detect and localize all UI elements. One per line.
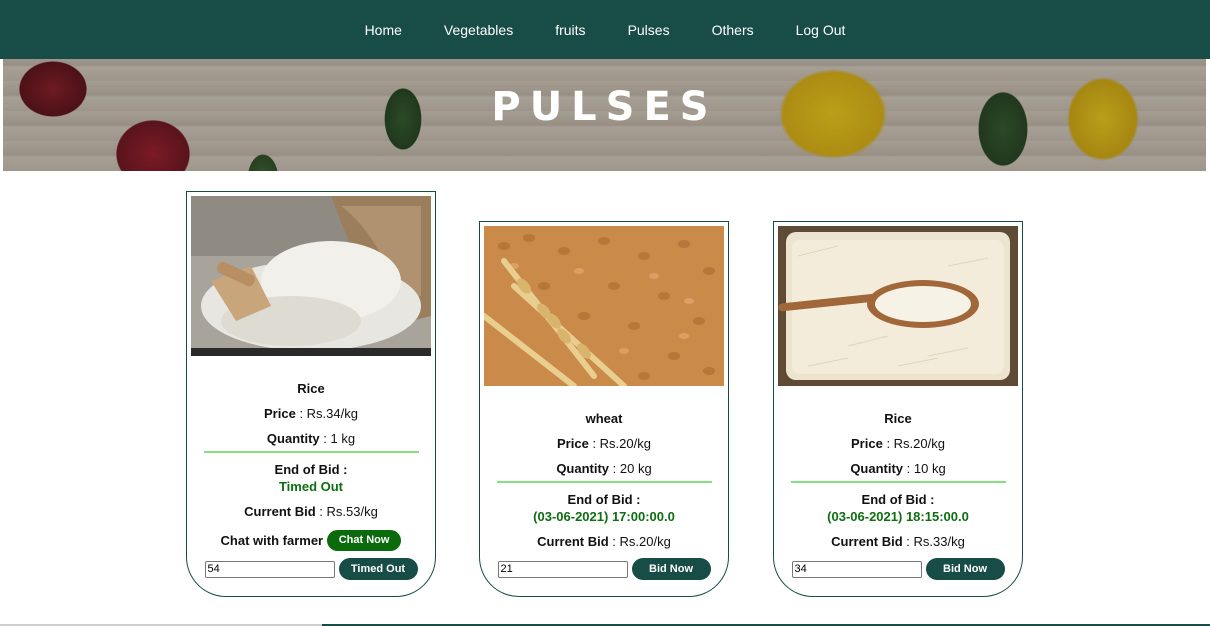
quantity-label: Quantity — [266, 431, 320, 446]
quantity-value: : 10 kg — [903, 461, 946, 476]
end-of-bid-value: Timed Out — [278, 479, 344, 494]
price-value: : Rs.34/kg — [295, 406, 358, 421]
current-bid-value: : Rs.20/kg — [608, 534, 671, 549]
nav-home[interactable]: Home — [365, 22, 402, 38]
bid-form: Bid Now — [774, 558, 1022, 580]
end-of-bid-label: End of Bid : — [861, 492, 935, 507]
product-name: wheat — [585, 411, 623, 426]
divider — [496, 481, 712, 483]
timed-out-button[interactable]: Timed Out — [338, 558, 418, 580]
quantity-label: Quantity — [850, 461, 904, 476]
current-bid-label: Current Bid — [244, 504, 316, 519]
quantity-label: Quantity — [556, 461, 610, 476]
bid-amount-input[interactable] — [204, 560, 335, 578]
price-label: Price — [851, 436, 883, 451]
price-row: Price : Rs.20/kg — [774, 436, 1022, 461]
product-card: Rice Price : Rs.20/kg Quantity : 10 kg E… — [773, 221, 1023, 597]
bid-now-button[interactable]: Bid Now — [631, 558, 711, 580]
product-name: Rice — [297, 381, 325, 396]
chat-with-farmer-label: Chat with farmer — [220, 533, 324, 549]
chat-now-button[interactable]: Chat Now — [326, 530, 402, 552]
product-name: Rice — [884, 411, 912, 426]
quantity-row: Quantity : 10 kg — [774, 461, 1022, 476]
price-value: : Rs.20/kg — [588, 436, 651, 451]
current-bid-label: Current Bid — [537, 534, 609, 549]
current-bid-label: Current Bid — [831, 534, 903, 549]
price-row: Price : Rs.34/kg — [187, 406, 435, 431]
bid-amount-input[interactable] — [791, 560, 922, 578]
nav-others[interactable]: Others — [712, 22, 754, 38]
current-bid-value: : Rs.33/kg — [902, 534, 965, 549]
price-label: Price — [557, 436, 589, 451]
bid-form: Timed Out — [187, 558, 435, 580]
price-label: Price — [264, 406, 296, 421]
wheat-image — [484, 226, 724, 386]
nav-logout[interactable]: Log Out — [796, 22, 846, 38]
nav-pulses[interactable]: Pulses — [628, 22, 670, 38]
current-bid-row: Current Bid : Rs.53/kg — [187, 504, 435, 529]
price-value: : Rs.20/kg — [882, 436, 945, 451]
product-card: Rice Price : Rs.34/kg Quantity : 1 kg En… — [186, 191, 436, 597]
quantity-row: Quantity : 20 kg — [480, 461, 728, 476]
end-of-bid-label: End of Bid : — [274, 462, 348, 477]
page-title: PULSES — [491, 84, 718, 130]
current-bid-row: Current Bid : Rs.20/kg — [480, 534, 728, 559]
quantity-value: : 1 kg — [319, 431, 356, 446]
end-of-bid-label: End of Bid : — [567, 492, 641, 507]
quantity-row: Quantity : 1 kg — [187, 431, 435, 446]
bid-form: Bid Now — [480, 558, 728, 580]
bid-amount-input[interactable] — [497, 560, 628, 578]
quantity-value: : 20 kg — [609, 461, 652, 476]
rice-sack-image — [191, 196, 431, 356]
category-banner: PULSES — [3, 59, 1206, 171]
end-of-bid-value: (03-06-2021) 18:15:00.0 — [827, 509, 969, 524]
rice-spoon-image — [778, 226, 1018, 386]
top-navbar: Home Vegetables fruits Pulses Others Log… — [0, 0, 1210, 59]
bid-now-button[interactable]: Bid Now — [925, 558, 1005, 580]
current-bid-value: : Rs.53/kg — [315, 504, 378, 519]
divider — [790, 481, 1006, 483]
nav-vegetables[interactable]: Vegetables — [444, 22, 513, 38]
divider — [203, 451, 419, 453]
current-bid-row: Current Bid : Rs.33/kg — [774, 534, 1022, 559]
price-row: Price : Rs.20/kg — [480, 436, 728, 461]
chat-row: Chat with farmer Chat Now — [187, 529, 435, 552]
nav-fruits[interactable]: fruits — [555, 22, 585, 38]
product-card: wheat Price : Rs.20/kg Quantity : 20 kg … — [479, 221, 729, 597]
end-of-bid-value: (03-06-2021) 17:00:00.0 — [533, 509, 675, 524]
